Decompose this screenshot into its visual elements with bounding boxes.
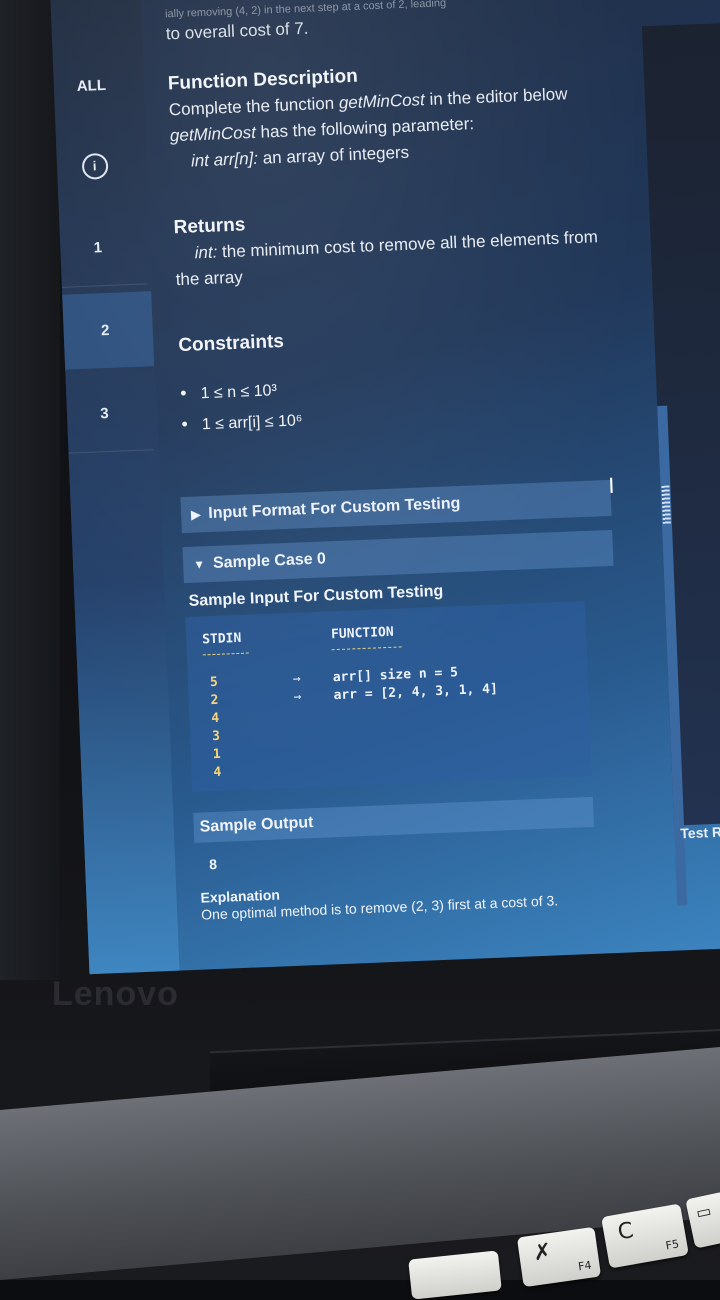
list-item: 1 ≤ arr[i] ≤ 10⁶ (181, 409, 303, 435)
text: in the editor below (424, 84, 568, 110)
section-heading: Constraints (177, 330, 285, 357)
text-cursor-icon: I (607, 472, 615, 498)
sidebar-item-3[interactable]: 3 (55, 374, 154, 455)
function-values: arr[] size n = 5 arr = [2, 4, 3, 1, 4] (332, 663, 499, 706)
returns-section: Returns int: the minimum cost to remove … (173, 200, 599, 291)
param-type: int arr[n]: (190, 148, 259, 171)
function-name: getMinCost (338, 90, 426, 113)
arrow-right-icon: → (293, 689, 302, 705)
param-desc: an array of integers (257, 142, 410, 168)
stdin-value: 4 (213, 764, 222, 781)
grip-icon[interactable] (661, 485, 671, 524)
sidebar-item-label: 1 (93, 239, 103, 257)
info-icon: i (81, 152, 109, 180)
caret-down-icon: ▼ (192, 557, 206, 572)
stdin-value: 1 (212, 746, 221, 763)
sidebar-item-2[interactable]: 2 (52, 291, 155, 371)
function-description: Function Description Complete the functi… (167, 57, 569, 173)
function-header: FUNCTION (330, 624, 394, 643)
arrow-right-icon: → (292, 671, 301, 687)
input-format-toggle[interactable]: ▶ Input Format For Custom Testing (180, 479, 612, 534)
sample-output-value: 8 (208, 856, 218, 873)
divider (202, 652, 249, 656)
test-results-tab[interactable]: Test Result (680, 822, 720, 841)
function-name: getMinCost (169, 122, 257, 146)
sidebar-item-label: 3 (100, 404, 110, 423)
constraints-list: 1 ≤ n ≤ 10³ 1 ≤ arr[i] ≤ 10⁶ (180, 378, 303, 435)
divider (331, 646, 402, 651)
arrow-icons: → → (293, 671, 302, 707)
sidebar-item-label: 2 (100, 321, 110, 340)
stdin-value: 5 (209, 674, 219, 691)
sample-case-toggle[interactable]: ▼ Sample Case 0 (182, 529, 614, 584)
intro-text: ially removing (4, 2) in the next step a… (165, 0, 448, 43)
sample-output-heading: Sample Output (193, 796, 595, 843)
explanation-heading: Explanation (200, 886, 281, 906)
key-f3[interactable] (408, 1250, 502, 1300)
stdin-value: 4 (211, 710, 220, 727)
list-item: 1 ≤ n ≤ 10³ (180, 378, 302, 404)
stdin-header: STDIN (201, 630, 242, 648)
key-label: F5 (664, 1237, 680, 1253)
sidebar-item-1[interactable]: 1 (50, 208, 147, 289)
sidebar-info[interactable]: i (50, 126, 144, 205)
sample-input-heading: Sample Input For Custom Testing (188, 582, 444, 610)
text: Complete the function (168, 93, 340, 120)
text: has the following parameter: (255, 114, 475, 142)
key-label: F4 (577, 1258, 593, 1274)
caret-right-icon: ▶ (190, 507, 201, 522)
stdin-value: 2 (210, 692, 219, 709)
sidebar-all[interactable]: ALL (50, 47, 140, 126)
stdin-value: 3 (211, 728, 221, 745)
constraints-section: Constraints 1 ≤ n ≤ 10³ 1 ≤ arr[i] ≤ 10⁶ (178, 330, 303, 445)
bezel-edge (0, 0, 60, 980)
brand-logo: Lenovo (52, 975, 179, 1013)
stdin-values: 5 2 4 3 1 4 (210, 674, 222, 782)
toggle-label: Sample Case 0 (212, 550, 327, 572)
refresh-icon: C (615, 1218, 636, 1246)
sample-input-box: STDIN FUNCTION 5 2 4 3 1 4 → → arr[] siz… (185, 601, 592, 792)
screen-icon: ▭ (694, 1200, 714, 1223)
toggle-label: Input Format For Custom Testing (208, 494, 461, 523)
problem-statement: ially removing (4, 2) in the next step a… (160, 0, 679, 970)
laptop-screen: ALL i 1 2 3 ially removing (4, 2) in the… (50, 0, 720, 975)
sidebar-all-label: ALL (76, 76, 107, 95)
mic-mute-icon: ✗ (531, 1239, 554, 1267)
return-type: int: (194, 242, 218, 263)
